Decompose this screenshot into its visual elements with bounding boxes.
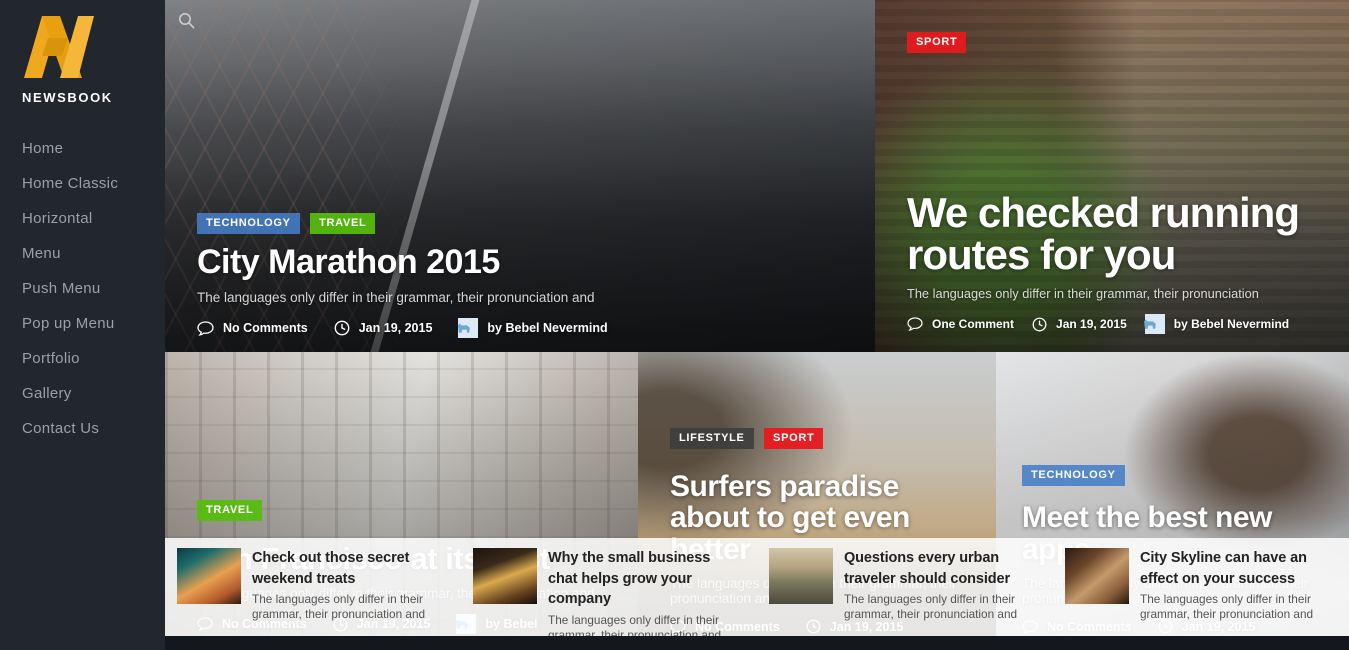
- meta-date: Jan 19, 2015: [334, 320, 433, 336]
- hero-card-running-routes[interactable]: SPORT We checked running routes for you …: [875, 0, 1349, 352]
- list-item[interactable]: City Skyline can have an effect on your …: [1053, 538, 1349, 636]
- meta-comments[interactable]: One Comment: [907, 317, 1014, 331]
- article-title[interactable]: We checked running routes for you: [907, 192, 1319, 276]
- sidebar-item-horizontal[interactable]: Horizontal: [0, 201, 165, 236]
- search-button[interactable]: [165, 0, 207, 40]
- badge-lifestyle[interactable]: LIFESTYLE: [670, 428, 754, 449]
- article-title[interactable]: City Marathon 2015: [197, 244, 845, 280]
- hero-card-city-marathon[interactable]: TECHNOLOGY TRAVEL City Marathon 2015 The…: [165, 0, 875, 352]
- list-item-title[interactable]: City Skyline can have an effect on your …: [1140, 548, 1335, 589]
- meta-comments-label: No Comments: [223, 321, 308, 335]
- author-avatar-icon: [457, 323, 470, 333]
- list-item-thumbnail: [177, 548, 241, 604]
- badge-travel[interactable]: TRAVEL: [310, 212, 376, 234]
- list-item[interactable]: Questions every urban traveler should co…: [757, 538, 1053, 636]
- meta-comments-label: One Comment: [932, 317, 1015, 331]
- badge-sport[interactable]: SPORT: [907, 32, 967, 53]
- sidebar: NEWSBOOK Home Home Classic Horizontal Me…: [0, 0, 165, 650]
- category-badges: TECHNOLOGY TRAVEL: [197, 212, 845, 234]
- sidebar-item-portfolio[interactable]: Portfolio: [0, 341, 165, 376]
- meta-author[interactable]: by Bebel Nevermind: [457, 318, 608, 338]
- badge-technology[interactable]: TECHNOLOGY: [197, 212, 300, 234]
- site-logo[interactable]: NEWSBOOK: [0, 0, 165, 105]
- search-icon: [178, 12, 194, 28]
- avatar: [1144, 314, 1165, 334]
- list-item-title[interactable]: Check out those secret weekend treats: [252, 548, 447, 589]
- badge-travel[interactable]: TRAVEL: [197, 500, 263, 521]
- meta-author-label: by Bebel Nevermind: [487, 321, 608, 335]
- badge-sport[interactable]: SPORT: [764, 428, 824, 449]
- list-item-title[interactable]: Questions every urban traveler should co…: [844, 548, 1039, 589]
- newsbook-n-logo-icon: [24, 16, 94, 78]
- brand-name: NEWSBOOK: [22, 90, 113, 105]
- badge-technology[interactable]: TECHNOLOGY: [1022, 465, 1125, 486]
- comment-icon: [197, 320, 214, 336]
- article-meta: One Comment Jan 19, 2015 by Bebel Neverm…: [907, 314, 1319, 334]
- meta-date: Jan 19, 2015: [1032, 317, 1127, 332]
- author-avatar-icon: [1144, 319, 1157, 329]
- category-badges: TECHNOLOGY: [1022, 465, 1131, 486]
- list-item[interactable]: Check out those secret weekend treats Th…: [165, 538, 461, 636]
- list-item-thumbnail: [473, 548, 537, 604]
- meta-date-label: Jan 19, 2015: [1056, 317, 1127, 331]
- list-item-thumbnail: [1065, 548, 1129, 604]
- sidebar-item-pop-up-menu[interactable]: Pop up Menu: [0, 306, 165, 341]
- sidebar-item-home-classic[interactable]: Home Classic: [0, 166, 165, 201]
- sidebar-item-contact-us[interactable]: Contact Us: [0, 411, 165, 446]
- avatar: [457, 318, 479, 338]
- footer-bar: [165, 636, 1349, 650]
- meta-comments[interactable]: No Comments: [197, 320, 308, 336]
- list-item-excerpt: The languages only differ in their gramm…: [1140, 592, 1314, 622]
- list-item-thumbnail: [769, 548, 833, 604]
- article-excerpt: The languages only differ in their gramm…: [907, 286, 1259, 301]
- sidebar-item-push-menu[interactable]: Push Menu: [0, 271, 165, 306]
- list-item-excerpt: The languages only differ in their gramm…: [252, 592, 426, 622]
- sidebar-item-gallery[interactable]: Gallery: [0, 376, 165, 411]
- category-badges: SPORT: [907, 32, 972, 53]
- list-item-title[interactable]: Why the small business chat helps grow y…: [548, 548, 743, 610]
- meta-author-label: by Bebel Nevermind: [1173, 317, 1290, 331]
- category-badges: LIFESTYLE SPORT: [670, 428, 829, 449]
- latest-posts-strip: Check out those secret weekend treats Th…: [165, 538, 1349, 642]
- article-excerpt: The languages only differ in their gramm…: [197, 290, 595, 305]
- article-meta: No Comments Jan 19, 2015: [197, 318, 845, 338]
- sidebar-item-menu[interactable]: Menu: [0, 236, 165, 271]
- list-item[interactable]: Why the small business chat helps grow y…: [461, 538, 757, 642]
- comment-icon: [907, 317, 923, 331]
- meta-date-label: Jan 19, 2015: [358, 321, 433, 335]
- list-item-excerpt: The languages only differ in their gramm…: [844, 592, 1018, 622]
- clock-icon: [334, 320, 350, 336]
- sidebar-nav: Home Home Classic Horizontal Menu Push M…: [0, 131, 165, 446]
- clock-icon: [1032, 317, 1047, 331]
- meta-author[interactable]: by Bebel Nevermind: [1144, 314, 1290, 334]
- sidebar-item-home[interactable]: Home: [0, 131, 165, 166]
- category-badges: TRAVEL: [197, 500, 268, 521]
